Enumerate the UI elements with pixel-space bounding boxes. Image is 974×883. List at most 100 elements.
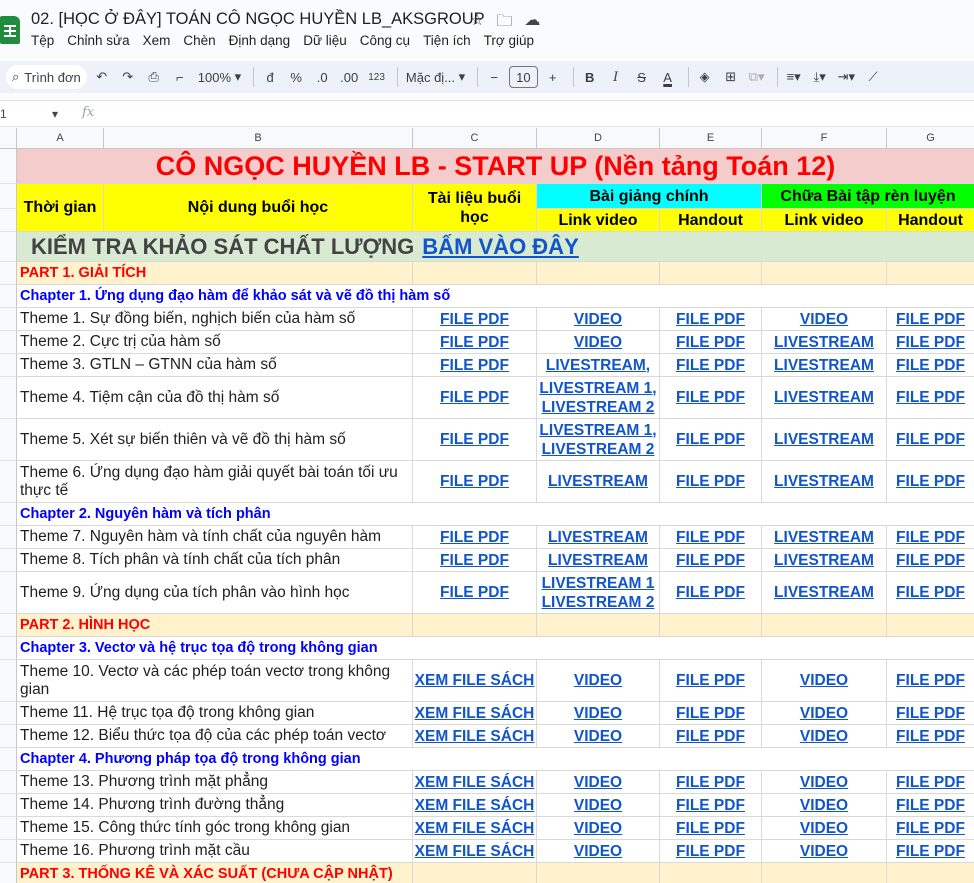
- exercise-video-link[interactable]: LIVESTREAM: [774, 528, 874, 547]
- merge-cells-icon[interactable]: ⧉▾: [746, 65, 768, 89]
- lecture-video-link[interactable]: VIDEO: [574, 773, 622, 792]
- lecture-video-link[interactable]: VIDEO: [574, 842, 622, 861]
- row-header[interactable]: [0, 637, 17, 660]
- font-size-decrease-icon[interactable]: −: [483, 65, 505, 89]
- exercise-video-link[interactable]: LIVESTREAM: [774, 333, 874, 352]
- italic-button[interactable]: I: [605, 65, 627, 89]
- exercise-handout-link[interactable]: FILE PDF: [896, 356, 965, 375]
- row-header[interactable]: [0, 308, 17, 331]
- menu-item[interactable]: Tệp: [31, 33, 54, 48]
- row-header[interactable]: [0, 184, 17, 209]
- lecture-video-link[interactable]: VIDEO: [574, 704, 622, 723]
- material-link[interactable]: FILE PDF: [440, 472, 509, 491]
- empty-cell[interactable]: [413, 262, 537, 285]
- exercise-handout-link[interactable]: FILE PDF: [896, 310, 965, 329]
- row-header[interactable]: [0, 377, 17, 419]
- exercise-handout-link[interactable]: FILE PDF: [896, 528, 965, 547]
- material-link[interactable]: XEM FILE SÁCH: [415, 773, 535, 792]
- exercise-handout-link[interactable]: FILE PDF: [896, 583, 965, 602]
- empty-cell[interactable]: [762, 262, 887, 285]
- lecture-video-link[interactable]: LIVESTREAM,: [546, 356, 650, 375]
- exercise-video-link[interactable]: LIVESTREAM: [774, 430, 874, 449]
- row-header[interactable]: [0, 725, 17, 748]
- lecture-video-link[interactable]: LIVESTREAM: [548, 472, 648, 491]
- exercise-handout-link[interactable]: FILE PDF: [896, 671, 965, 690]
- material-link[interactable]: FILE PDF: [440, 551, 509, 570]
- exercise-video-link[interactable]: VIDEO: [800, 671, 848, 690]
- exercise-video-link[interactable]: LIVESTREAM: [774, 388, 874, 407]
- row-header[interactable]: [0, 572, 17, 614]
- vertical-align-icon[interactable]: ⤓▾: [809, 65, 831, 89]
- lecture-handout-link[interactable]: FILE PDF: [676, 819, 745, 838]
- column-header[interactable]: G: [887, 128, 974, 149]
- menu-item[interactable]: Dữ liệu: [303, 33, 347, 48]
- empty-cell[interactable]: [887, 262, 974, 285]
- empty-cell[interactable]: [660, 614, 762, 637]
- exercise-video-link[interactable]: LIVESTREAM: [774, 356, 874, 375]
- exercise-handout-link[interactable]: FILE PDF: [896, 551, 965, 570]
- material-link[interactable]: FILE PDF: [440, 310, 509, 329]
- exercise-handout-link[interactable]: FILE PDF: [896, 819, 965, 838]
- material-link[interactable]: FILE PDF: [440, 528, 509, 547]
- material-link[interactable]: XEM FILE SÁCH: [415, 796, 535, 815]
- name-box[interactable]: 1 ▾: [0, 107, 68, 121]
- decrease-decimal-button[interactable]: .0: [311, 65, 333, 89]
- column-header[interactable]: E: [660, 128, 762, 149]
- menu-search[interactable]: ⌕ Trình đơn: [6, 65, 87, 89]
- row-header[interactable]: [0, 354, 17, 377]
- empty-cell[interactable]: [762, 614, 887, 637]
- lecture-handout-link[interactable]: FILE PDF: [676, 528, 745, 547]
- row-header[interactable]: [0, 526, 17, 549]
- row-header[interactable]: [0, 503, 17, 526]
- survey-link[interactable]: BẤM VÀO ĐÂY: [422, 234, 578, 260]
- select-all-corner[interactable]: [0, 128, 17, 149]
- row-header[interactable]: [0, 209, 17, 232]
- lecture-video-link[interactable]: LIVESTREAM 1, LIVESTREAM 2: [539, 379, 656, 417]
- menu-item[interactable]: Chỉnh sửa: [67, 33, 129, 48]
- empty-cell[interactable]: [537, 863, 660, 883]
- lecture-handout-link[interactable]: FILE PDF: [676, 842, 745, 861]
- sheets-logo-icon[interactable]: [0, 16, 20, 44]
- redo-icon[interactable]: ↷: [117, 65, 139, 89]
- row-header[interactable]: [0, 461, 17, 503]
- material-link[interactable]: FILE PDF: [440, 583, 509, 602]
- row-header[interactable]: [0, 840, 17, 863]
- lecture-handout-link[interactable]: FILE PDF: [676, 551, 745, 570]
- exercise-handout-link[interactable]: FILE PDF: [896, 430, 965, 449]
- exercise-handout-link[interactable]: FILE PDF: [896, 842, 965, 861]
- column-header[interactable]: F: [762, 128, 887, 149]
- row-header[interactable]: [0, 232, 17, 262]
- row-header[interactable]: [0, 149, 17, 184]
- empty-cell[interactable]: [887, 863, 974, 883]
- row-header[interactable]: [0, 702, 17, 725]
- exercise-video-link[interactable]: VIDEO: [800, 842, 848, 861]
- material-link[interactable]: FILE PDF: [440, 430, 509, 449]
- borders-icon[interactable]: ⊞: [720, 65, 742, 89]
- empty-cell[interactable]: [413, 863, 537, 883]
- menu-item[interactable]: Xem: [143, 33, 171, 48]
- lecture-video-link[interactable]: LIVESTREAM 1, LIVESTREAM 2: [539, 421, 656, 459]
- menu-item[interactable]: Chèn: [183, 33, 215, 48]
- print-icon[interactable]: ⎙: [143, 65, 165, 89]
- menu-item[interactable]: Trợ giúp: [484, 33, 534, 48]
- lecture-video-link[interactable]: LIVESTREAM 1 LIVESTREAM 2: [542, 574, 655, 612]
- lecture-handout-link[interactable]: FILE PDF: [676, 583, 745, 602]
- exercise-video-link[interactable]: LIVESTREAM: [774, 551, 874, 570]
- lecture-video-link[interactable]: VIDEO: [574, 727, 622, 746]
- currency-format-button[interactable]: đ: [259, 65, 281, 89]
- exercise-video-link[interactable]: VIDEO: [800, 727, 848, 746]
- exercise-handout-link[interactable]: FILE PDF: [896, 773, 965, 792]
- row-header[interactable]: [0, 419, 17, 461]
- lecture-video-link[interactable]: VIDEO: [574, 333, 622, 352]
- lecture-handout-link[interactable]: FILE PDF: [676, 472, 745, 491]
- lecture-handout-link[interactable]: FILE PDF: [676, 310, 745, 329]
- percent-format-button[interactable]: %: [285, 65, 307, 89]
- lecture-video-link[interactable]: VIDEO: [574, 819, 622, 838]
- material-link[interactable]: XEM FILE SÁCH: [415, 704, 535, 723]
- empty-cell[interactable]: [887, 614, 974, 637]
- document-title[interactable]: 02. [HỌC Ở ĐÂY] TOÁN CÔ NGỌC HUYỀN LB_AK…: [31, 10, 485, 29]
- exercise-video-link[interactable]: LIVESTREAM: [774, 472, 874, 491]
- zoom-select[interactable]: 100% ▾: [195, 65, 244, 89]
- lecture-video-link[interactable]: LIVESTREAM: [548, 551, 648, 570]
- row-header[interactable]: [0, 285, 17, 308]
